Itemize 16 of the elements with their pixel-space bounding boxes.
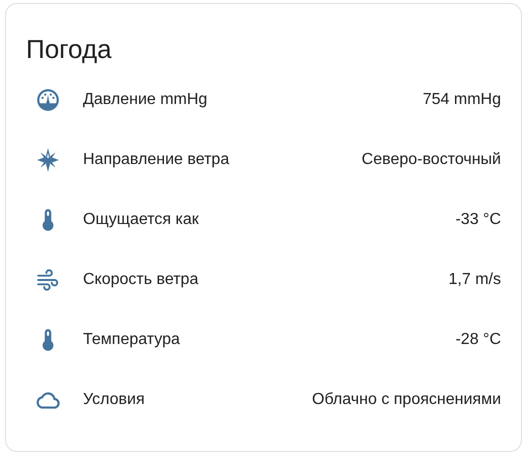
row-label: Давление mmHg — [83, 91, 208, 109]
row-value: 1,7 m/s — [448, 271, 501, 289]
row-value: Облачно с прояснениями — [312, 391, 501, 409]
row-value: 754 mmHg — [422, 91, 501, 109]
compass-rose-icon — [35, 147, 61, 173]
row-label: Скорость ветра — [83, 271, 200, 289]
card-title: Погода — [26, 33, 113, 66]
gauge-icon — [35, 87, 61, 113]
row-value: -33 °C — [455, 211, 501, 229]
row-value: Северо-восточный — [362, 151, 501, 169]
row-label: Условия — [83, 391, 146, 409]
row-label: Температура — [83, 331, 181, 349]
row-label: Направление ветра — [83, 151, 230, 169]
row-value: -28 °C — [455, 331, 501, 349]
row-label: Ощущается как — [83, 211, 200, 229]
wind-icon — [35, 267, 61, 293]
